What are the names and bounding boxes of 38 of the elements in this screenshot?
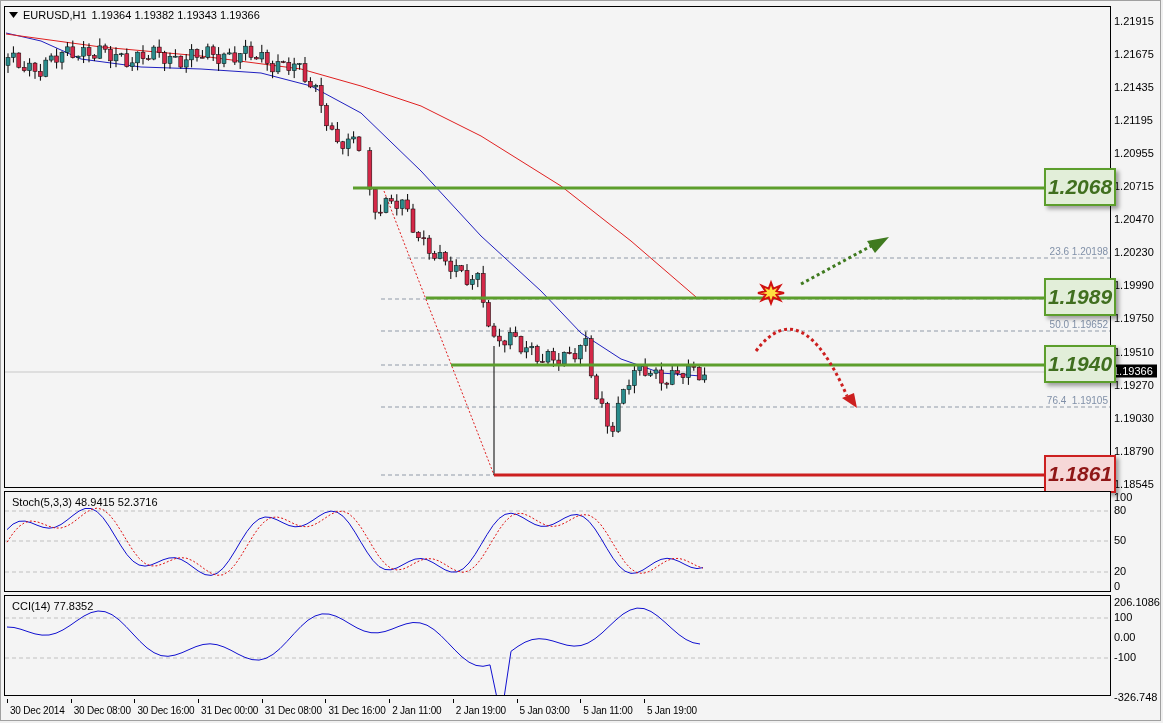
fib-level-label: 23.6 1.20198: [1049, 246, 1108, 257]
fib-level-label: 76.4 1.19105: [1046, 395, 1108, 406]
price-tick-label: 1.21195: [1114, 114, 1153, 127]
indicator-tick-label: 100: [1114, 611, 1133, 623]
symbol-label: EURUSD,H1: [23, 9, 87, 21]
price-tick-label: 1.21675: [1114, 48, 1154, 61]
price-tick-label: 1.20955: [1114, 147, 1154, 160]
price-tick-label: 1.18545: [1114, 477, 1154, 490]
indicator-tick-label: 206.1086: [1114, 596, 1160, 608]
price-tick-label: 1.19030: [1114, 411, 1154, 424]
fib-level-label: 50.0 1.19652: [1049, 319, 1108, 330]
price-tick-label: 1.19990: [1114, 279, 1154, 292]
price-tick-label: 1.21435: [1114, 81, 1154, 94]
price-tick-label: 1.20230: [1114, 246, 1154, 259]
price-tick-label: 1.19750: [1114, 312, 1154, 325]
indicator-tick-label: 80: [1114, 504, 1127, 516]
price-tick-label: 1.21915: [1114, 15, 1154, 27]
explosion-icon: [757, 279, 785, 307]
indicator-tick-label: -100: [1114, 651, 1137, 663]
price-tick-label: 1.18790: [1114, 444, 1154, 457]
indicator-tick-label: 0.00: [1114, 631, 1136, 643]
price-tick-label: 1.19510: [1114, 345, 1154, 358]
indicator-tick-label: 100: [1114, 491, 1133, 503]
price-level-label: 1.1989: [1044, 278, 1116, 316]
indicator-tick-label: 50: [1114, 534, 1127, 546]
price-level-label: 1.1861: [1044, 455, 1116, 493]
dropdown-icon[interactable]: [9, 12, 18, 18]
indicator-tick-label: 0: [1114, 580, 1121, 592]
price-tick-label: 1.20470: [1114, 213, 1154, 226]
price-tick-label: 1.19270: [1114, 378, 1154, 391]
price-quote: 1.19364 1.19382 1.19343 1.19366: [91, 9, 260, 21]
indicator-label: CCI(14) 77.8352: [12, 600, 94, 612]
price-level-label: 1.2068: [1044, 168, 1116, 206]
indicator-label: Stoch(5,3,3) 48.9415 52.3716: [12, 496, 158, 508]
indicator-tick-label: 20: [1114, 565, 1127, 577]
price-level-label: 1.1940: [1044, 345, 1116, 383]
price-tick-label: 1.20715: [1114, 180, 1154, 193]
indicator-tick-label: -326.748: [1114, 691, 1158, 703]
